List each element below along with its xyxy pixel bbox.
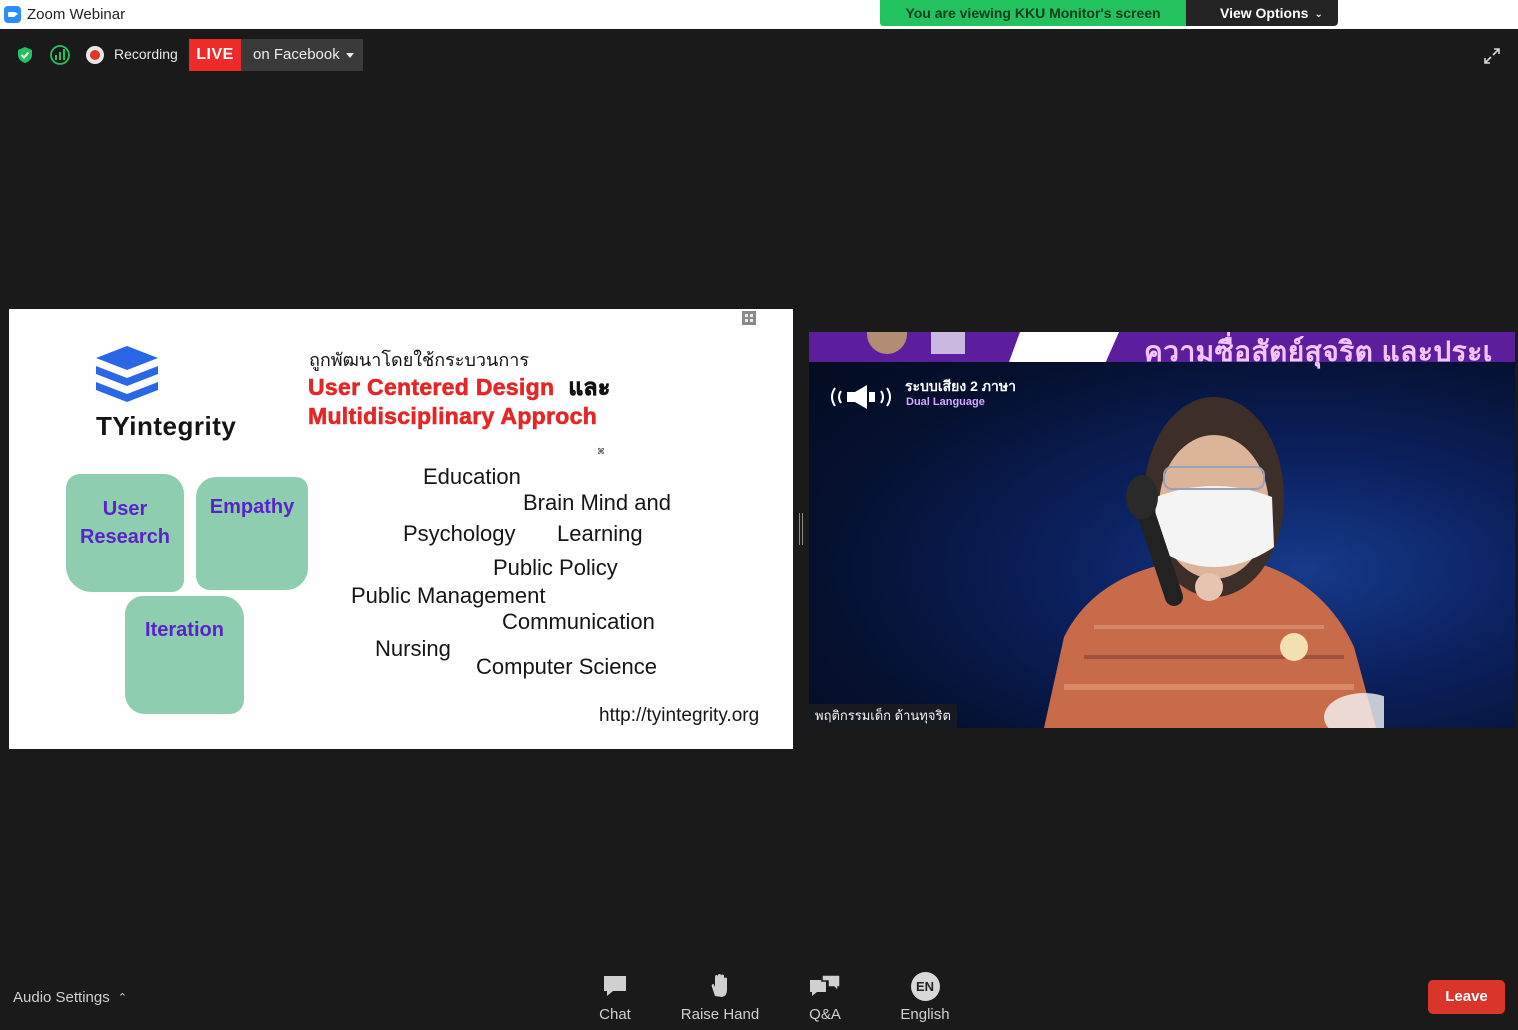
slide-url: http://tyintegrity.org xyxy=(599,705,760,726)
speaker-person-image xyxy=(1044,397,1384,728)
raise-hand-label: Raise Hand xyxy=(680,1006,760,1023)
chat-button[interactable]: Chat xyxy=(596,972,634,1023)
live-target-label: on Facebook xyxy=(253,46,340,63)
live-stream-target-dropdown[interactable]: on Facebook xyxy=(241,39,363,71)
blob-label: Empathy xyxy=(209,496,295,518)
speaker-video[interactable]: ความซื่อสัตย์สุจริต และประเ ระบบเสียง 2 … xyxy=(809,332,1515,728)
zoom-camera-icon xyxy=(4,6,21,23)
fullscreen-icon[interactable] xyxy=(1482,46,1502,66)
crest-emblem xyxy=(931,332,965,354)
caret-down-icon xyxy=(346,53,354,58)
blob-empathy: Empathy xyxy=(196,477,308,590)
logo-text: TYintegrity xyxy=(96,411,237,441)
security-shield-icon[interactable] xyxy=(16,46,34,64)
language-globe-icon: EN xyxy=(910,972,940,1001)
ucd-text: User Centered Design xyxy=(308,374,555,401)
slide-title-line1: User Centered Design และ xyxy=(308,370,611,406)
audio-settings-button[interactable]: Audio Settings ⌃ xyxy=(13,989,127,1006)
qa-icon xyxy=(810,974,841,996)
tyintegrity-logo-icon xyxy=(96,346,158,402)
pane-resize-handle[interactable] xyxy=(799,513,803,545)
discipline-word: Communication xyxy=(502,609,655,634)
discipline-word: Nursing xyxy=(375,636,451,661)
participant-name-tag: พฤติกรรมเด็ก ด้านทุจริต xyxy=(809,704,957,728)
grid-icon xyxy=(742,311,756,325)
view-options-label: View Options xyxy=(1220,5,1309,21)
chevron-down-icon: ⌄ xyxy=(1314,9,1323,20)
chat-label: Chat xyxy=(599,1006,631,1023)
qa-button[interactable]: Q&A xyxy=(804,972,846,1023)
video-header-wedge xyxy=(1009,332,1119,362)
blob-user-research: User Research xyxy=(66,474,184,592)
screen-share-banner: You are viewing KKU Monitor's screen xyxy=(880,0,1186,26)
blob-iteration: Iteration xyxy=(125,596,244,714)
slide-tiny-mark: ⌘ xyxy=(597,447,605,456)
recording-label: Recording xyxy=(114,46,178,62)
window-title: Zoom Webinar xyxy=(27,6,126,23)
discipline-word: Public Management xyxy=(351,583,546,608)
live-badge: LIVE xyxy=(189,39,241,71)
connection-signal-icon[interactable] xyxy=(50,45,70,65)
raise-hand-icon xyxy=(711,974,727,997)
discipline-word: Education xyxy=(423,464,521,489)
chat-icon xyxy=(604,976,626,996)
dual-language-thai: ระบบเสียง 2 ภาษา xyxy=(905,378,1016,394)
discipline-word: Computer Science xyxy=(476,654,657,679)
raise-hand-button[interactable]: Raise Hand xyxy=(679,972,761,1023)
discipline-word: Public Policy xyxy=(493,555,618,580)
qa-label: Q&A xyxy=(809,1006,841,1023)
blob-label: User Research xyxy=(79,498,171,548)
leave-button[interactable]: Leave xyxy=(1428,980,1505,1014)
audio-settings-label: Audio Settings xyxy=(13,989,110,1006)
view-options-button[interactable]: View Options ⌄ xyxy=(1186,0,1338,26)
language-label: English xyxy=(900,1006,950,1023)
speaker-sound-icon xyxy=(831,385,891,409)
shared-screen-slide: TYintegrity ถูกพัฒนาโดยใช้กระบวนการ User… xyxy=(9,309,793,749)
meeting-top-toolbar: Recording LIVE on Facebook xyxy=(0,29,1518,79)
dual-language-english: Dual Language xyxy=(906,396,985,408)
video-headline: ความซื่อสัตย์สุจริต และประเ xyxy=(1144,336,1493,367)
slide-title-line2: Multidisciplinary Approch xyxy=(308,403,598,430)
and-text: และ xyxy=(568,374,611,401)
chevron-up-icon: ⌃ xyxy=(117,992,127,1004)
discipline-word: Brain Mind and xyxy=(523,490,671,515)
blob-label: Iteration xyxy=(145,619,224,641)
language-interpretation-button[interactable]: EN English xyxy=(898,972,952,1023)
meeting-controls-bar: Audio Settings ⌃ Chat Raise Hand Q&A EN E… xyxy=(0,960,1518,1030)
discipline-word: Learning xyxy=(557,521,643,546)
recording-dot-icon xyxy=(86,46,104,64)
discipline-word: Psychology xyxy=(403,521,516,546)
